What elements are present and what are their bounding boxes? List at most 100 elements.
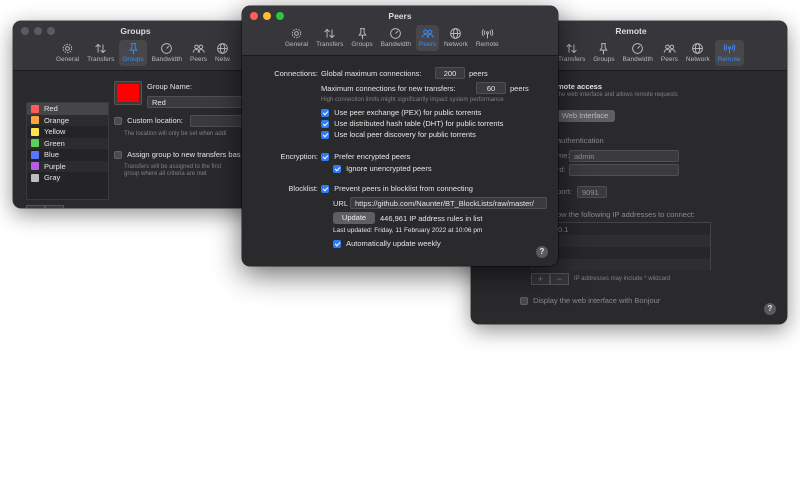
peers-window: Peers General Transfers Groups Bandwidth… — [242, 6, 558, 266]
tab-label: Groups — [122, 56, 144, 63]
tab-bandwidth[interactable]: Bandwidth — [149, 40, 185, 66]
update-blocklist-button[interactable]: Update — [333, 212, 375, 224]
remove-group-button[interactable]: − — [45, 205, 64, 208]
list-item[interactable]: Purple — [27, 160, 108, 172]
color-swatch — [31, 162, 39, 171]
tab-transfers[interactable]: Transfers — [84, 40, 117, 66]
window-title: Remote — [615, 26, 647, 36]
max-new-transfer-connections-field[interactable]: 60 — [476, 82, 506, 94]
global-max-connections-field[interactable]: 200 — [435, 67, 465, 79]
tab-label: Remote — [475, 41, 499, 48]
lpd-checkbox[interactable] — [321, 131, 329, 140]
tab-network[interactable]: Netw — [212, 40, 233, 66]
list-item[interactable]: Red — [27, 103, 108, 115]
list-item[interactable]: Gray — [27, 172, 108, 184]
wildcard-note: IP addresses may include * wildcard — [574, 276, 671, 282]
bonjour-label: Display the web interface with Bonjour — [533, 296, 661, 305]
transfers-arrows-icon — [566, 43, 577, 54]
tab-general[interactable]: General — [282, 25, 311, 51]
tab-general[interactable]: General — [53, 40, 82, 66]
tab-peers[interactable]: Peers — [187, 40, 210, 66]
list-item[interactable]: Blue — [27, 149, 108, 161]
tab-label: Transfers — [558, 56, 586, 63]
tab-label: Transfers — [87, 56, 115, 63]
custom-location-row: Custom location: — [114, 116, 183, 126]
ignore-unencrypted-row: Ignore unencrypted peers — [333, 164, 432, 174]
gear-icon — [62, 43, 73, 54]
auto-update-checkbox[interactable] — [333, 240, 341, 249]
open-web-interface-button[interactable]: Web Interface — [555, 110, 615, 122]
window-title: Peers — [388, 11, 412, 21]
list-row — [532, 235, 710, 247]
dht-label: Use distributed hash table (DHT) for pub… — [334, 119, 504, 128]
tab-peers[interactable]: Peers — [416, 25, 440, 51]
group-list-controls: + − — [26, 205, 64, 208]
people-icon — [421, 29, 434, 38]
remove-ip-button[interactable]: − — [550, 273, 569, 285]
lpd-label: Use local peer discovery for public torr… — [334, 130, 476, 139]
add-group-button[interactable]: + — [26, 205, 45, 208]
list-item[interactable]: Green — [27, 137, 108, 149]
groups-window: Groups General Transfers Groups Bandwidt… — [13, 21, 258, 208]
tab-network[interactable]: Network — [683, 40, 713, 66]
groups-list[interactable]: Red Orange Yellow Green Blue Purple Gray — [26, 102, 109, 200]
preferences-toolbar: General Transfers Groups Bandwidth Peers… — [53, 40, 233, 66]
tab-label: Groups — [351, 41, 373, 48]
username-field[interactable]: admin — [569, 150, 679, 162]
blocklist-enable-checkbox[interactable] — [321, 185, 329, 194]
global-max-connections-label: Global maximum connections: — [321, 69, 422, 78]
push-pin-icon — [128, 43, 138, 55]
password-field[interactable] — [569, 164, 679, 176]
assign-group-row: Assign group to new transfers bas — [114, 150, 241, 160]
preferences-toolbar: General Transfers Groups Bandwidth Peers… — [282, 25, 502, 51]
tab-network[interactable]: Network — [441, 25, 471, 51]
add-ip-button[interactable]: + — [531, 273, 550, 285]
group-color-well[interactable] — [114, 81, 142, 105]
assign-group-checkbox[interactable] — [114, 151, 122, 160]
authentication-label: authentication — [557, 136, 604, 145]
group-name: Red — [44, 104, 58, 114]
tab-transfers[interactable]: Transfers — [555, 40, 588, 66]
tab-peers[interactable]: Peers — [658, 40, 681, 66]
dht-checkbox[interactable] — [321, 120, 329, 129]
connections-section-label: Connections: — [274, 69, 318, 78]
tab-groups[interactable]: Groups — [119, 40, 147, 66]
help-button[interactable]: ? — [536, 246, 548, 258]
custom-location-checkbox[interactable] — [114, 117, 122, 126]
tab-label: Transfers — [316, 41, 344, 48]
tab-bandwidth[interactable]: Bandwidth — [620, 40, 656, 66]
list-item[interactable]: Orange — [27, 114, 108, 126]
pex-checkbox[interactable] — [321, 109, 329, 118]
custom-location-hint: The location will only be set when addi — [124, 131, 227, 137]
help-button[interactable]: ? — [764, 303, 776, 315]
tab-transfers[interactable]: Transfers — [313, 25, 346, 51]
tab-remote[interactable]: Remote — [473, 25, 502, 51]
tab-label: Network — [444, 41, 468, 48]
pex-label: Use peer exchange (PEX) for public torre… — [334, 108, 482, 117]
port-label: port: — [557, 187, 573, 196]
tab-label: Remote — [717, 56, 741, 63]
tab-label: General — [56, 56, 80, 63]
color-swatch — [31, 150, 39, 159]
port-field[interactable]: 9091 — [577, 186, 607, 198]
blocklist-url-field[interactable]: https://github.com/Naunter/BT_BlockLists… — [350, 197, 547, 209]
tab-remote[interactable]: Remote — [714, 40, 744, 66]
connection-limit-note: High connection limits might significant… — [321, 97, 504, 103]
tab-groups[interactable]: Groups — [590, 40, 617, 66]
groups-content: Red Orange Yellow Green Blue Purple Gray… — [13, 72, 258, 208]
ignore-unencrypted-checkbox[interactable] — [333, 165, 341, 174]
allowed-ips-list[interactable]: 0.1 — [531, 222, 711, 271]
tab-label: Network — [685, 56, 710, 63]
peers-content: Connections: Global maximum connections:… — [242, 57, 558, 266]
tab-groups[interactable]: Groups — [348, 25, 375, 51]
speedometer-icon — [390, 28, 402, 39]
bonjour-checkbox[interactable] — [520, 297, 528, 306]
push-pin-icon — [599, 43, 609, 55]
blocklist-rules-count: 446,961 IP address rules in list — [380, 214, 483, 223]
tab-bandwidth[interactable]: Bandwidth — [378, 25, 414, 51]
prefer-encrypted-checkbox[interactable] — [321, 153, 329, 162]
tab-label: Bandwidth — [151, 56, 183, 63]
window-title: Groups — [120, 26, 151, 36]
list-item[interactable]: Yellow — [27, 126, 108, 138]
peers-unit-label: peers — [469, 69, 488, 78]
